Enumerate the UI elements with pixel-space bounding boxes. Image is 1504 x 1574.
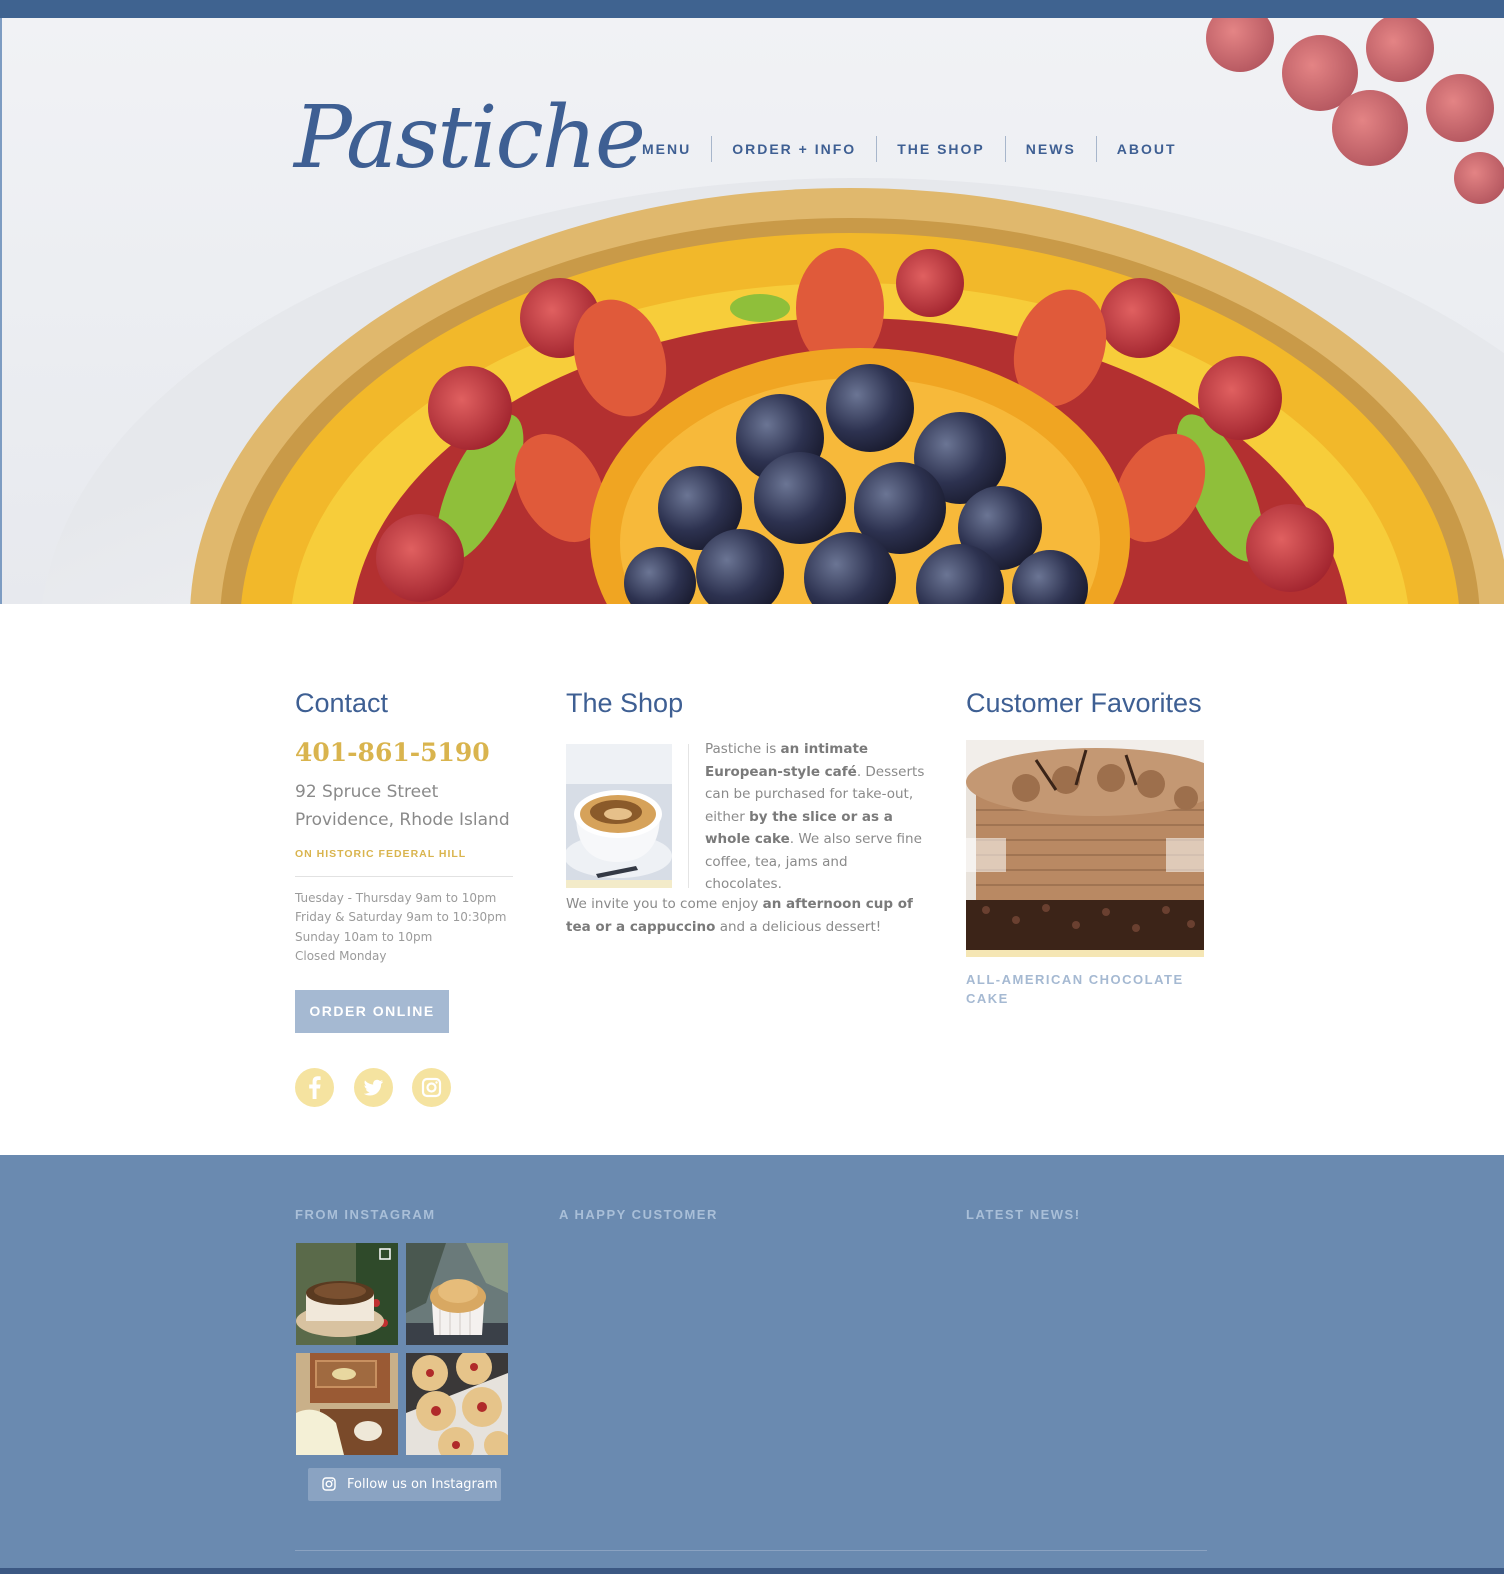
address-line-2: Providence, Rhode Island — [295, 810, 510, 830]
nav-item-menu[interactable]: MENU — [622, 136, 711, 162]
site-logo[interactable]: Pastiche — [294, 88, 646, 188]
location-tagline: ON HISTORIC FEDERAL HILL — [295, 848, 467, 860]
slider-next-button[interactable] — [1166, 838, 1204, 872]
main-nav: MENU ORDER + INFO THE SHOP NEWS ABOUT — [622, 136, 1197, 162]
hero-left-border — [0, 18, 2, 604]
contact-divider — [295, 876, 513, 877]
address-line-1: 92 Spruce Street — [295, 782, 439, 802]
follow-instagram-button[interactable]: Follow us on Instagram — [308, 1468, 501, 1501]
fruit-tart-image — [42, 18, 1504, 604]
favorites-slider[interactable] — [966, 740, 1204, 957]
instagram-post[interactable] — [406, 1243, 508, 1345]
instagram-post[interactable] — [406, 1353, 508, 1455]
hours-line: Sunday 10am to 10pm — [295, 930, 433, 944]
facebook-icon[interactable] — [295, 1068, 334, 1107]
shop-description: Pastiche is an intimate European-style c… — [705, 738, 925, 896]
footer-divider — [295, 1550, 1207, 1551]
shop-text-run: Pastiche is — [705, 741, 781, 757]
hero-banner: Pastiche MENU ORDER + INFO THE SHOP NEWS… — [0, 18, 1504, 604]
slider-prev-button[interactable] — [966, 838, 1006, 872]
nav-item-news[interactable]: NEWS — [1006, 136, 1096, 162]
favorite-caption[interactable]: ALL-AMERICAN CHOCOLATE CAKE — [966, 970, 1206, 1008]
nav-item-about[interactable]: ABOUT — [1097, 136, 1197, 162]
top-accent-bar — [0, 0, 1504, 18]
nav-item-order-info[interactable]: ORDER + INFO — [712, 136, 876, 162]
news-section-title: LATEST NEWS! — [966, 1207, 1081, 1222]
instagram-post[interactable] — [296, 1243, 398, 1345]
shop-invitation: We invite you to come enjoy an afternoon… — [566, 893, 926, 938]
shop-text-run: We invite you to come enjoy — [566, 896, 763, 912]
hours-line: Closed Monday — [295, 949, 387, 963]
shop-divider — [688, 744, 689, 888]
instagram-section-title: FROM INSTAGRAM — [295, 1207, 436, 1222]
follow-instagram-label: Follow us on Instagram — [347, 1477, 498, 1492]
hours-line: Friday & Saturday 9am to 10:30pm — [295, 910, 507, 924]
cappuccino-image — [566, 744, 672, 888]
instagram-post[interactable] — [296, 1353, 398, 1455]
bottom-accent-bar — [0, 1568, 1504, 1574]
customer-section-title: A HAPPY CUSTOMER — [559, 1207, 718, 1222]
nav-item-the-shop[interactable]: THE SHOP — [877, 136, 1005, 162]
phone-number[interactable]: 401-861-5190 — [295, 738, 490, 767]
favorites-title: Customer Favorites — [966, 688, 1202, 718]
order-online-button[interactable]: ORDER ONLINE — [295, 990, 449, 1033]
site-footer — [0, 1155, 1504, 1574]
twitter-icon[interactable] — [354, 1068, 393, 1107]
shop-text-run: and a delicious dessert! — [715, 918, 882, 935]
instagram-icon[interactable] — [412, 1068, 451, 1107]
contact-title: Contact — [295, 688, 389, 718]
hours-line: Tuesday - Thursday 9am to 10pm — [295, 891, 497, 905]
shop-title: The Shop — [566, 688, 684, 718]
instagram-icon — [322, 1477, 336, 1491]
